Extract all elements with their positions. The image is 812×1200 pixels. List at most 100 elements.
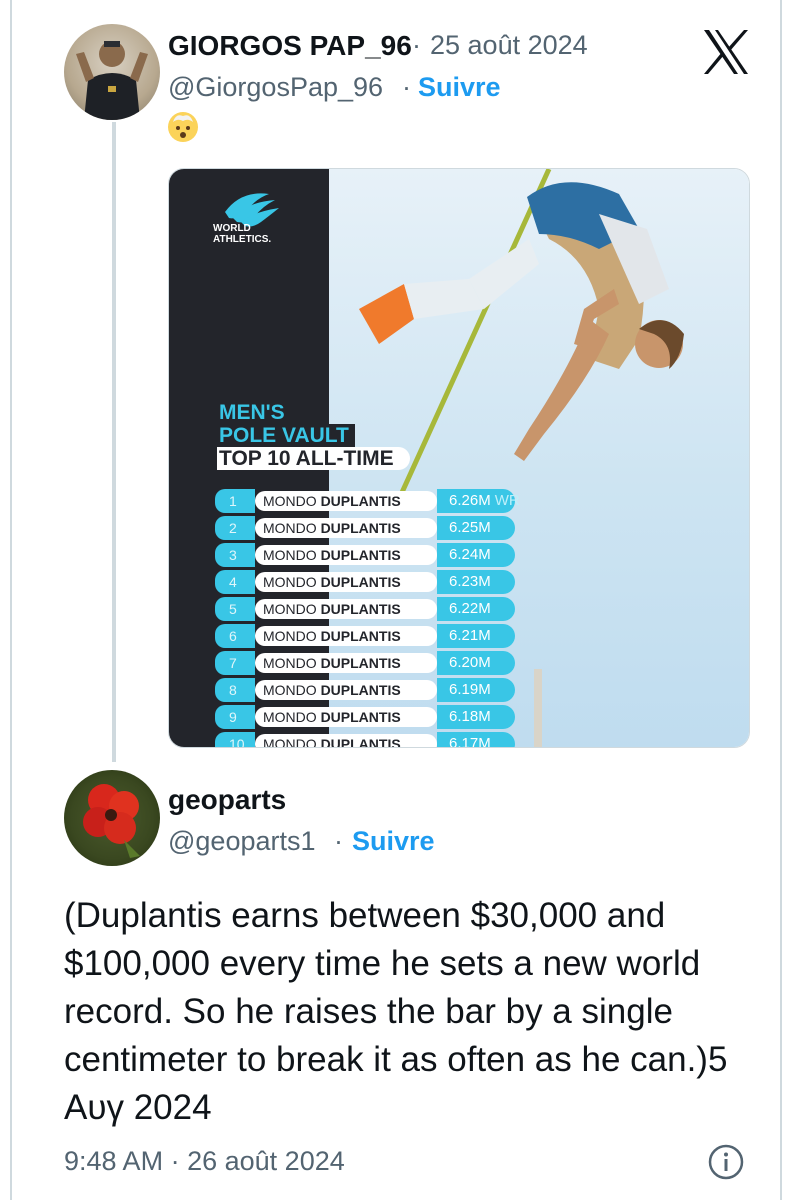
headline-line-3: TOP 10 ALL-TIME — [217, 447, 410, 470]
separator-dot: · — [334, 826, 343, 856]
headline-line-1: MEN'S — [219, 401, 285, 424]
rank-number: 7 — [215, 651, 255, 675]
athlete-first-name: MONDO — [263, 736, 317, 748]
mark-value: 6.19M — [437, 678, 515, 702]
mark-value: 6.17M — [437, 732, 515, 748]
mark-value: 6.26M WR — [437, 489, 520, 513]
athlete-first-name: MONDO — [263, 574, 317, 590]
mark-height: 6.17M — [449, 735, 491, 748]
rank-number: 6 — [215, 624, 255, 648]
mark-height: 6.18M — [449, 708, 491, 725]
athlete-last-name: DUPLANTIS — [320, 520, 401, 536]
athlete-last-name: DUPLANTIS — [320, 628, 401, 644]
mark-height: 6.20M — [449, 654, 491, 671]
ranking-row: 1 MONDO DUPLANTIS 6.26M WR — [215, 489, 545, 513]
athlete-first-name: MONDO — [263, 682, 317, 698]
tweet-body-text: (Duplantis earns between $30,000 and $10… — [64, 896, 728, 1127]
athlete-first-name: MONDO — [263, 493, 317, 509]
avatar-photo — [76, 41, 148, 120]
avatar-geoparts[interactable] — [64, 770, 160, 866]
avatar-giorgos[interactable] — [64, 24, 160, 120]
info-icon[interactable] — [706, 1142, 746, 1182]
ranking-row: 5 MONDO DUPLANTIS 6.22M — [215, 597, 545, 621]
ranking-row: 6 MONDO DUPLANTIS 6.21M — [215, 624, 545, 648]
rank-number: 9 — [215, 705, 255, 729]
post-date: 26 août 2024 — [187, 1146, 345, 1176]
mark-value: 6.24M — [437, 543, 515, 567]
follow-button[interactable]: Suivre — [418, 72, 501, 103]
exploding-head-emoji — [168, 112, 198, 142]
card-border-right — [780, 0, 812, 1200]
athlete-name: MONDO DUPLANTIS — [255, 491, 437, 511]
athlete-last-name: DUPLANTIS — [320, 682, 401, 698]
mark-value: 6.21M — [437, 624, 515, 648]
media-headline: MEN'S POLE VAULT TOP 10 ALL-TIME — [217, 401, 410, 470]
mark-height: 6.21M — [449, 627, 491, 644]
athlete-name: MONDO DUPLANTIS — [255, 707, 437, 727]
author-name[interactable]: geoparts — [168, 784, 286, 816]
ranking-row: 3 MONDO DUPLANTIS 6.24M — [215, 543, 545, 567]
rank-number: 8 — [215, 678, 255, 702]
mark-value: 6.20M — [437, 651, 515, 675]
separator-dot: · — [402, 72, 411, 102]
rank-number: 1 — [215, 489, 255, 513]
athlete-last-name: DUPLANTIS — [320, 601, 401, 617]
author-handle[interactable]: @GiorgosPap_96 — [168, 72, 383, 103]
mark-height: 6.23M — [449, 573, 491, 590]
rank-number: 3 — [215, 543, 255, 567]
athlete-first-name: MONDO — [263, 709, 317, 725]
ranking-row: 7 MONDO DUPLANTIS 6.20M — [215, 651, 545, 675]
x-logo-icon[interactable] — [700, 26, 752, 78]
world-athletics-wordmark: WORLD ATHLETICS. — [213, 223, 272, 245]
athlete-last-name: DUPLANTIS — [320, 547, 401, 563]
athlete-first-name: MONDO — [263, 547, 317, 563]
post-date[interactable]: 25 août 2024 — [430, 30, 588, 61]
mark-height: 6.19M — [449, 681, 491, 698]
athlete-last-name: DUPLANTIS — [320, 655, 401, 671]
mark-height: 6.24M — [449, 546, 491, 563]
card-border-left — [0, 0, 12, 1200]
author-name[interactable]: GIORGOS PAP_96 — [168, 30, 412, 62]
rank-number: 5 — [215, 597, 255, 621]
athlete-name: MONDO DUPLANTIS — [255, 626, 437, 646]
mark-height: 6.26M — [449, 492, 491, 509]
separator-dot: · — [170, 1146, 180, 1176]
athlete-last-name: DUPLANTIS — [320, 709, 401, 725]
thread-connector-line — [112, 122, 116, 762]
ranking-row: 10 MONDO DUPLANTIS 6.17M — [215, 732, 545, 748]
mark-height: 6.22M — [449, 600, 491, 617]
rank-number: 2 — [215, 516, 255, 540]
athlete-name: MONDO DUPLANTIS — [255, 599, 437, 619]
ranking-row: 9 MONDO DUPLANTIS 6.18M — [215, 705, 545, 729]
mark-height: 6.25M — [449, 519, 491, 536]
world-record-badge: WR — [494, 492, 520, 509]
post-time: 9:48 AM — [64, 1146, 164, 1176]
athlete-first-name: MONDO — [263, 601, 317, 617]
mark-value: 6.22M — [437, 597, 515, 621]
tweet-media-image[interactable]: WORLD ATHLETICS. MEN'S POLE VAULT TOP 10… — [168, 168, 750, 748]
headline-line-2: POLE VAULT — [217, 424, 355, 447]
ranking-row: 4 MONDO DUPLANTIS 6.23M — [215, 570, 545, 594]
author-handle[interactable]: @geoparts1 — [168, 826, 316, 857]
athlete-name: MONDO DUPLANTIS — [255, 734, 437, 748]
rank-number: 4 — [215, 570, 255, 594]
rank-number: 10 — [215, 732, 255, 747]
avatar-flower-photo — [83, 784, 140, 858]
separator-dot: · — [412, 30, 421, 60]
mark-value: 6.18M — [437, 705, 515, 729]
mark-value: 6.23M — [437, 570, 515, 594]
mark-value: 6.25M — [437, 516, 515, 540]
post-timestamp[interactable]: 9:48 AM · 26 août 2024 — [64, 1146, 345, 1177]
ranking-row: 8 MONDO DUPLANTIS 6.19M — [215, 678, 545, 702]
follow-button[interactable]: Suivre — [352, 826, 435, 857]
athlete-first-name: MONDO — [263, 520, 317, 536]
athlete-name: MONDO DUPLANTIS — [255, 680, 437, 700]
athlete-last-name: DUPLANTIS — [320, 736, 401, 748]
athlete-first-name: MONDO — [263, 628, 317, 644]
athlete-name: MONDO DUPLANTIS — [255, 518, 437, 538]
athlete-name: MONDO DUPLANTIS — [255, 545, 437, 565]
athlete-last-name: DUPLANTIS — [320, 493, 401, 509]
athlete-last-name: DUPLANTIS — [320, 574, 401, 590]
athlete-name: MONDO DUPLANTIS — [255, 653, 437, 673]
ranking-row: 2 MONDO DUPLANTIS 6.25M — [215, 516, 545, 540]
